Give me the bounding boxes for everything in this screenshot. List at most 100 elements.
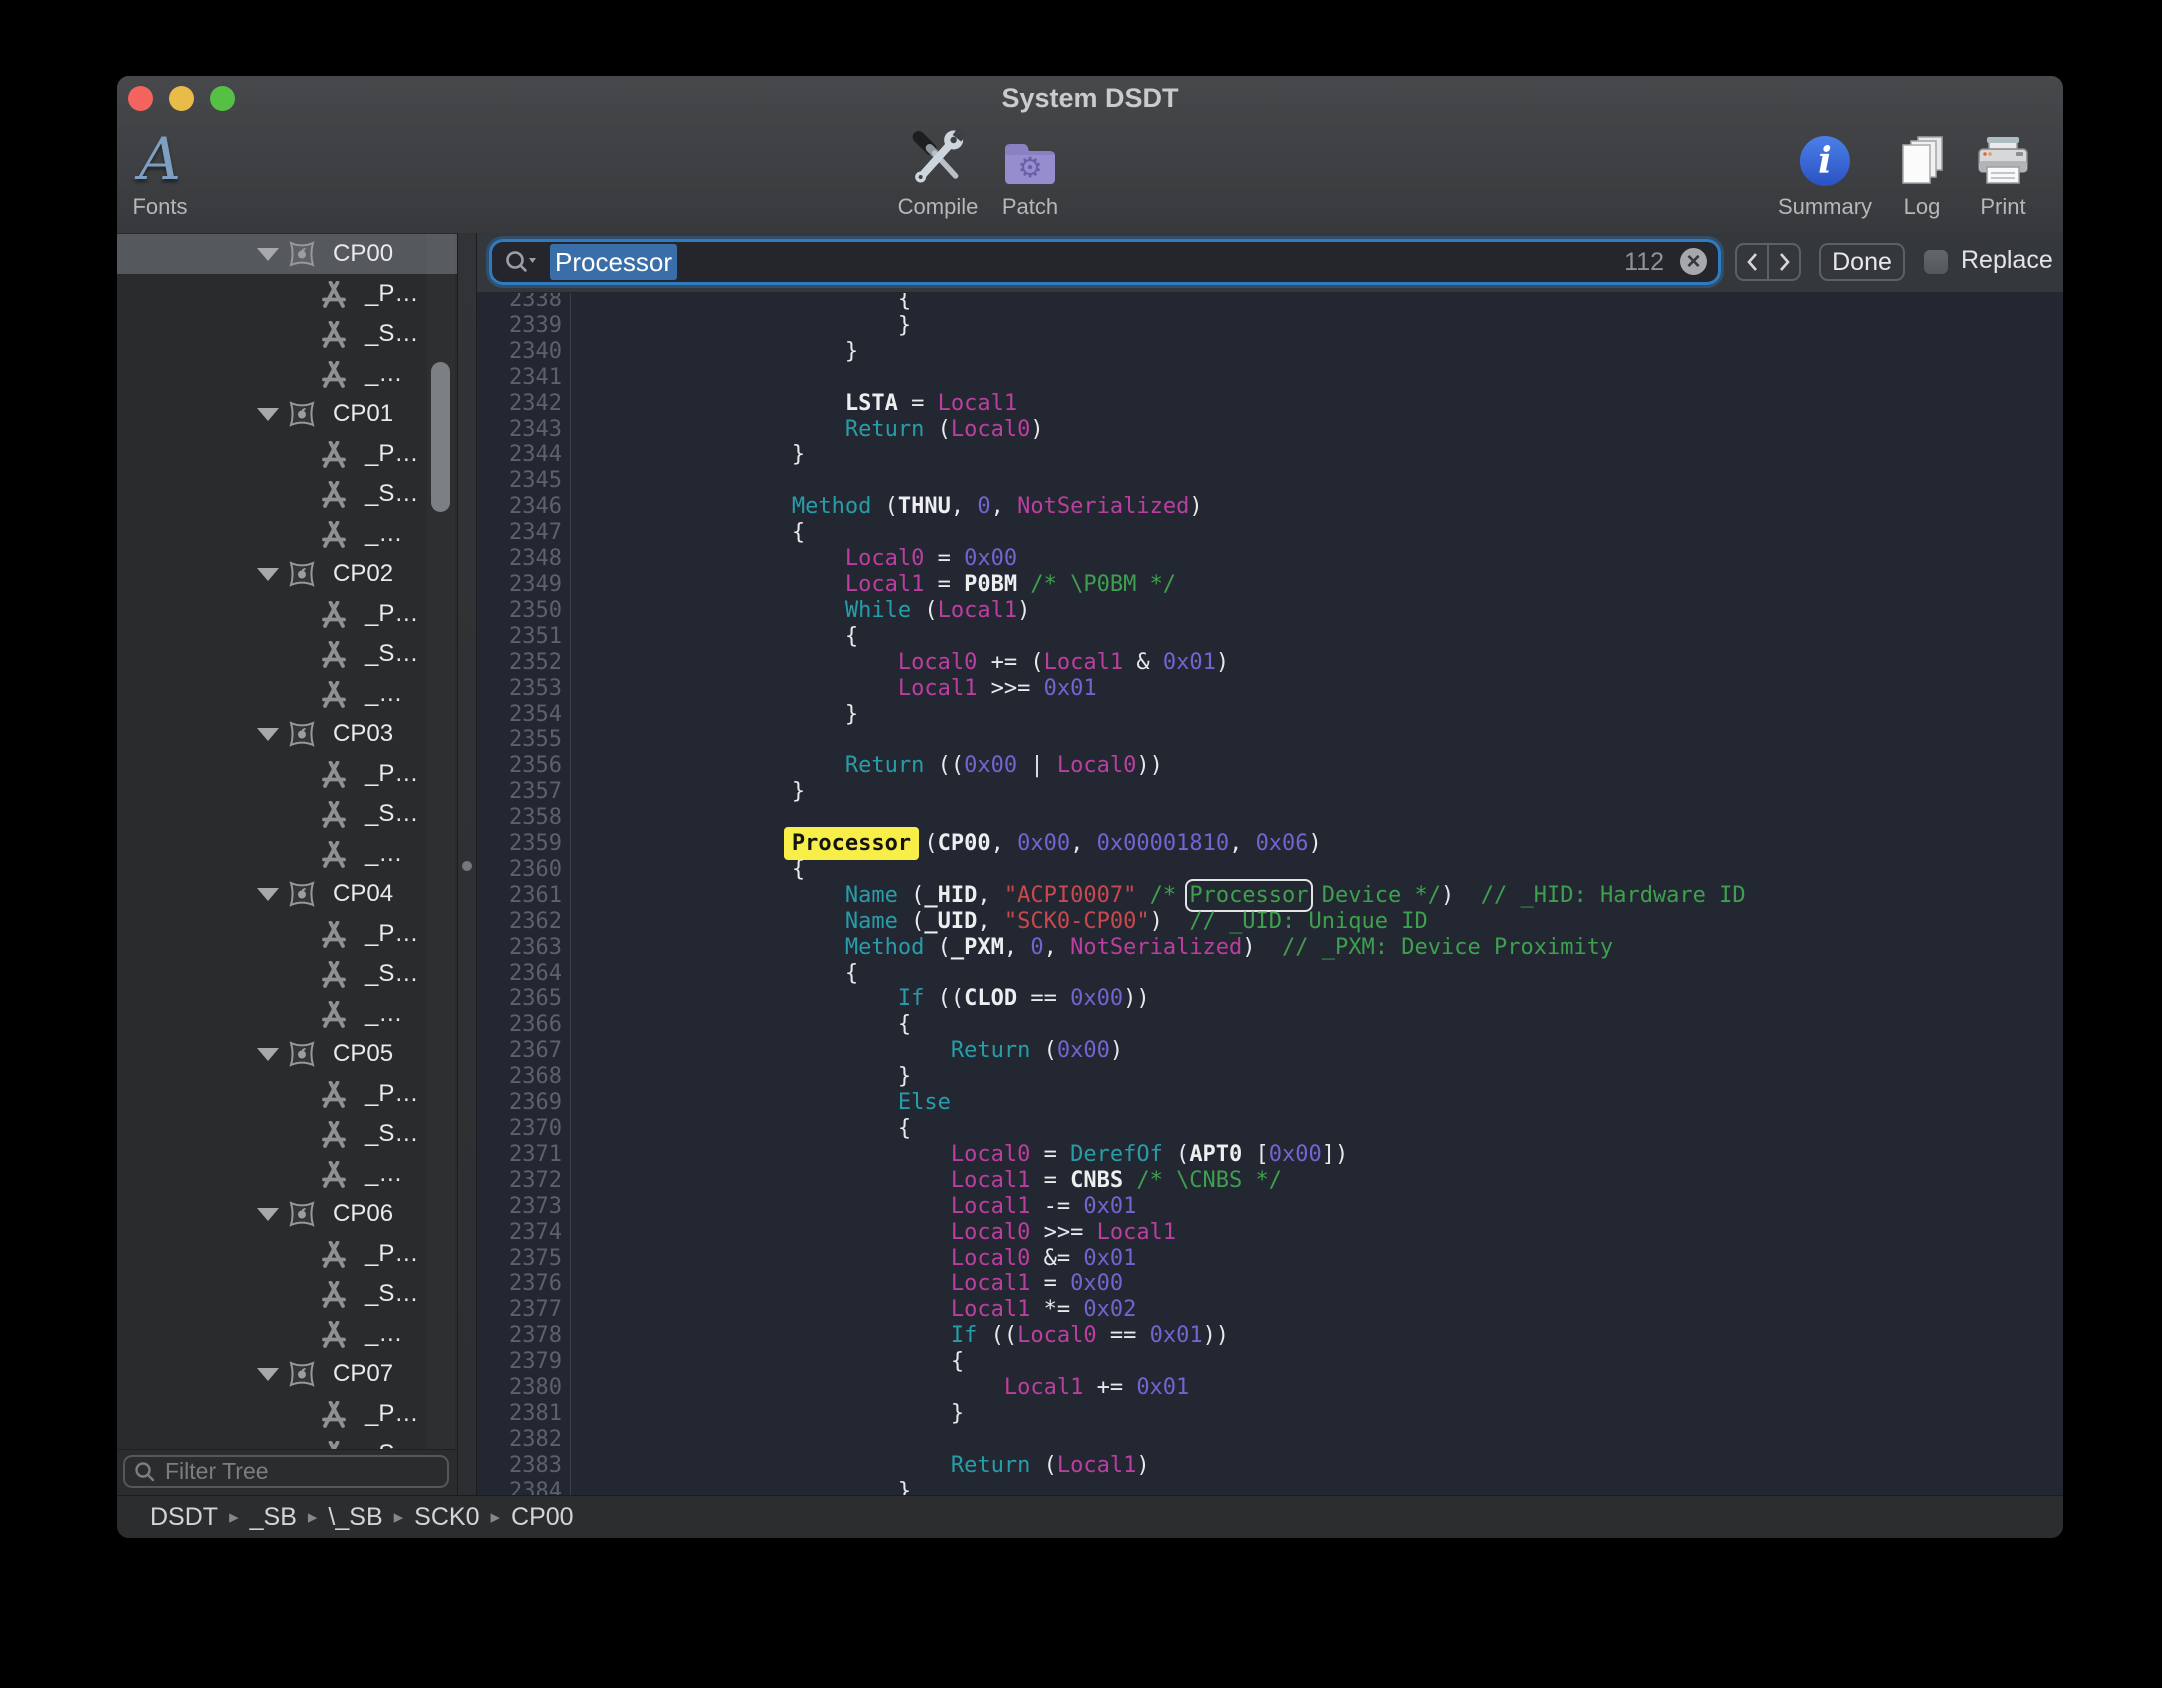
code-text: { — [571, 624, 858, 650]
find-search-field[interactable]: Processor 112 × — [492, 242, 1718, 282]
disclosure-triangle-icon[interactable] — [257, 408, 279, 421]
search-icon — [134, 1461, 156, 1483]
tree-item-label: CP02 — [333, 560, 393, 588]
sidebar-scrollbar[interactable] — [427, 234, 455, 1450]
disclosure-triangle-icon[interactable] — [257, 1368, 279, 1381]
tree-item-label: CP05 — [333, 1040, 393, 1068]
method-icon — [319, 361, 349, 388]
tree-item-member[interactable]: _… — [117, 1314, 457, 1354]
tree-item-scope[interactable]: CP05 — [117, 1034, 457, 1074]
tree-item-label: _S… — [365, 800, 418, 828]
line-number: 2342 — [477, 391, 571, 417]
disclosure-triangle-icon[interactable] — [257, 728, 279, 741]
tree-item-member[interactable]: _… — [117, 514, 457, 554]
tree-item-scope[interactable]: CP06 — [117, 1194, 457, 1234]
breadcrumb: DSDT▸_SB▸\_SB▸SCK0▸CP00 — [117, 1495, 2063, 1538]
breadcrumb-item[interactable]: SCK0 — [414, 1503, 479, 1532]
code-line: 2374 Local0 >>= Local1 — [477, 1220, 2063, 1246]
tree-item-scope[interactable]: CP07 — [117, 1354, 457, 1394]
tree-item-member[interactable]: _… — [117, 1154, 457, 1194]
code-text: { — [571, 520, 805, 546]
tree-item-member[interactable]: _S… — [117, 314, 457, 354]
tree-item-scope[interactable]: CP00 — [117, 234, 457, 274]
tree-item-member[interactable]: _S… — [117, 634, 457, 674]
find-previous-button[interactable] — [1737, 245, 1769, 279]
sidebar-scrollbar-thumb[interactable] — [431, 362, 450, 512]
filter-tree-input[interactable]: Filter Tree — [123, 1455, 449, 1488]
tree-item-label: _… — [365, 520, 402, 548]
toolbar-compile-button[interactable]: Compile — [898, 122, 979, 220]
done-button[interactable]: Done — [1819, 243, 1905, 281]
line-number: 2350 — [477, 598, 571, 624]
search-menu-icon[interactable] — [504, 249, 538, 275]
line-number: 2380 — [477, 1375, 571, 1401]
tree-item-member[interactable]: _… — [117, 674, 457, 714]
breadcrumb-item[interactable]: \_SB — [328, 1503, 382, 1532]
disclosure-triangle-icon[interactable] — [257, 888, 279, 901]
tree-item-label: _… — [365, 840, 402, 868]
code-editor[interactable]: 2338 {2339 }2340 }23412342 LSTA = Local1… — [477, 293, 2063, 1496]
tree-item-member[interactable]: _S — [117, 1434, 457, 1450]
tree-item-member[interactable]: _… — [117, 834, 457, 874]
disclosure-triangle-icon[interactable] — [257, 248, 279, 261]
toolbar-log-button[interactable]: Log — [1894, 122, 1950, 220]
code-lines: 2338 {2339 }2340 }23412342 LSTA = Local1… — [477, 293, 2063, 1496]
tree-item-scope[interactable]: CP04 — [117, 874, 457, 914]
tree-item-member[interactable]: _P… — [117, 1074, 457, 1114]
line-number: 2365 — [477, 986, 571, 1012]
disclosure-triangle-icon[interactable] — [257, 1048, 279, 1061]
tree-item-member[interactable]: _… — [117, 994, 457, 1034]
tree-item-member[interactable]: _P… — [117, 434, 457, 474]
tree-item-member[interactable]: _S… — [117, 1274, 457, 1314]
line-number: 2341 — [477, 365, 571, 391]
tree-item-member[interactable]: _S… — [117, 794, 457, 834]
tree-item-label: _S… — [365, 480, 418, 508]
tree-item-member[interactable]: _S… — [117, 1114, 457, 1154]
tree-item-member[interactable]: _P… — [117, 274, 457, 314]
breadcrumb-item[interactable]: DSDT — [150, 1503, 218, 1532]
line-number: 2377 — [477, 1297, 571, 1323]
chevron-left-icon — [1745, 251, 1760, 273]
method-icon — [319, 1161, 349, 1188]
method-icon — [319, 601, 349, 628]
line-number: 2356 — [477, 753, 571, 779]
tree-item-member[interactable]: _P… — [117, 1394, 457, 1434]
tree-item-member[interactable]: _S… — [117, 954, 457, 994]
tree-item-scope[interactable]: CP02 — [117, 554, 457, 594]
toolbar-fonts-button[interactable]: A Fonts — [132, 122, 187, 220]
device-scope-icon — [287, 400, 317, 428]
code-line: 2356 Return ((0x00 | Local0)) — [477, 753, 2063, 779]
tree-item-scope[interactable]: CP03 — [117, 714, 457, 754]
split-handle-dot[interactable] — [462, 861, 472, 871]
code-text: If ((Local0 == 0x01)) — [571, 1323, 1229, 1349]
find-next-button[interactable] — [1769, 245, 1799, 279]
disclosure-triangle-icon[interactable] — [257, 1208, 279, 1221]
code-text: Method (_PXM, 0, NotSerialized) // _PXM:… — [571, 935, 1613, 961]
tree-item-member[interactable]: _… — [117, 354, 457, 394]
line-number: 2361 — [477, 883, 571, 909]
breadcrumb-item[interactable]: _SB — [250, 1503, 297, 1532]
toolbar-patch-button[interactable]: ⚙ Patch — [1001, 122, 1059, 220]
code-text: } — [571, 1479, 911, 1496]
tree-item-member[interactable]: _P… — [117, 1234, 457, 1274]
code-line: 2377 Local1 *= 0x02 — [477, 1297, 2063, 1323]
code-line: 2350 While (Local1) — [477, 598, 2063, 624]
toolbar-print-button[interactable]: Print — [1974, 122, 2032, 220]
titlebar[interactable]: System DSDT — [117, 76, 2063, 120]
split-divider[interactable] — [457, 233, 477, 1496]
code-text: } — [571, 702, 858, 728]
tree-item-member[interactable]: _S… — [117, 474, 457, 514]
tree-item-member[interactable]: _P… — [117, 594, 457, 634]
code-text: Local1 = P0BM /* \P0BM */ — [571, 572, 1176, 598]
tree-item-member[interactable]: _P… — [117, 914, 457, 954]
code-text: Return ((0x00 | Local0)) — [571, 753, 1163, 779]
replace-checkbox[interactable] — [1924, 250, 1948, 274]
tree-item-member[interactable]: _P… — [117, 754, 457, 794]
document-stack-icon — [1894, 132, 1950, 188]
tree-item-scope[interactable]: CP01 — [117, 394, 457, 434]
code-text: Local1 >>= 0x01 — [571, 676, 1097, 702]
toolbar-summary-button[interactable]: i Summary — [1778, 122, 1872, 220]
breadcrumb-item[interactable]: CP00 — [511, 1503, 574, 1532]
disclosure-triangle-icon[interactable] — [257, 568, 279, 581]
clear-search-button[interactable]: × — [1680, 248, 1707, 275]
